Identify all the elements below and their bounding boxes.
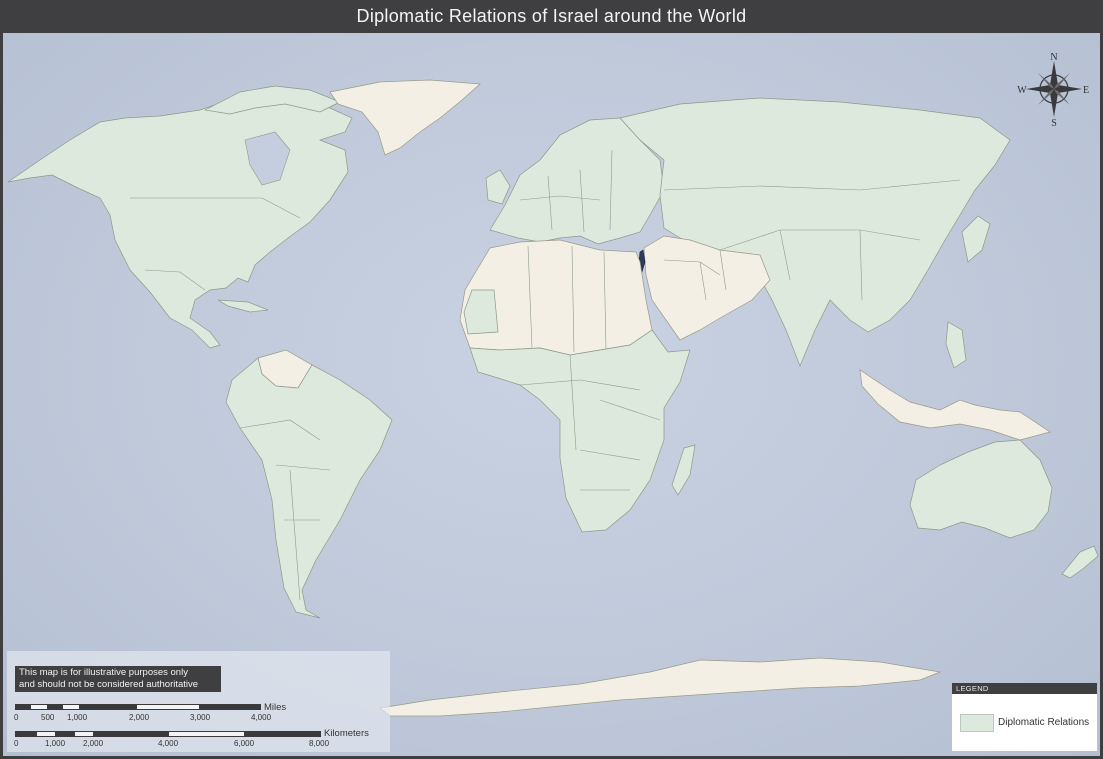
kilometers-scale: Kilometers 0 1,000 2,000 4,000 6,000 8,0…: [14, 728, 395, 751]
caribbean: [217, 299, 269, 313]
australia: [909, 439, 1053, 539]
miles-tick: 2,000: [129, 713, 150, 722]
compass-rose-icon: N S E W: [1016, 51, 1092, 129]
map-frame: Diplomatic Relations of Israel around th…: [0, 0, 1103, 759]
miles-tick: 0: [14, 713, 19, 722]
compass-south: S: [1051, 118, 1057, 127]
indonesia-malaysia: [859, 369, 1051, 441]
philippines: [945, 321, 967, 369]
japan: [961, 215, 991, 263]
kilometers-unit-label: Kilometers: [324, 728, 369, 739]
legend-header: LEGEND: [952, 683, 1097, 694]
miles-scale: Miles 0 500 1,000 2,000 3,000 4,000: [14, 702, 395, 724]
greenland: [329, 79, 481, 156]
madagascar: [671, 444, 696, 496]
miles-tick: 500: [41, 713, 55, 722]
compass-east: E: [1083, 85, 1089, 96]
kilometers-tick: 8,000: [309, 739, 330, 748]
disclaimer-line-1: This map is for illustrative purposes on…: [19, 667, 188, 678]
kilometers-scale-bar: [15, 731, 321, 737]
world-map-svg: [7, 79, 1099, 717]
world-map[interactable]: [3, 33, 1100, 756]
miles-tick: 1,000: [67, 713, 88, 722]
miles-unit-label: Miles: [264, 702, 287, 713]
legend-swatch-diplomatic-relations: [960, 714, 994, 732]
compass-west: W: [1017, 85, 1027, 96]
kilometers-tick: 6,000: [234, 739, 255, 748]
miles-tick: 3,000: [190, 713, 211, 722]
miles-tick: 4,000: [251, 713, 272, 722]
kilometers-tick: 4,000: [158, 739, 179, 748]
uk-ireland: [485, 169, 511, 205]
disclaimer-box: This map is for illustrative purposes on…: [15, 666, 221, 692]
north-america: [7, 95, 353, 349]
new-zealand: [1061, 545, 1099, 579]
antarctica: [379, 657, 942, 717]
south-america: [225, 357, 393, 619]
disclaimer-line-2: and should not be considered authoritati…: [19, 678, 199, 690]
miles-scale-bar: [15, 704, 261, 710]
kilometers-tick: 0: [14, 739, 19, 748]
legend: LEGEND Diplomatic Relations: [952, 683, 1097, 751]
sub-saharan-africa: [469, 329, 691, 533]
legend-label-diplomatic-relations: Diplomatic Relations: [998, 717, 1090, 728]
kilometers-tick: 1,000: [45, 739, 66, 748]
kilometers-tick: 2,000: [83, 739, 104, 748]
map-title: Diplomatic Relations of Israel around th…: [0, 0, 1103, 33]
compass-north: N: [1050, 52, 1057, 63]
